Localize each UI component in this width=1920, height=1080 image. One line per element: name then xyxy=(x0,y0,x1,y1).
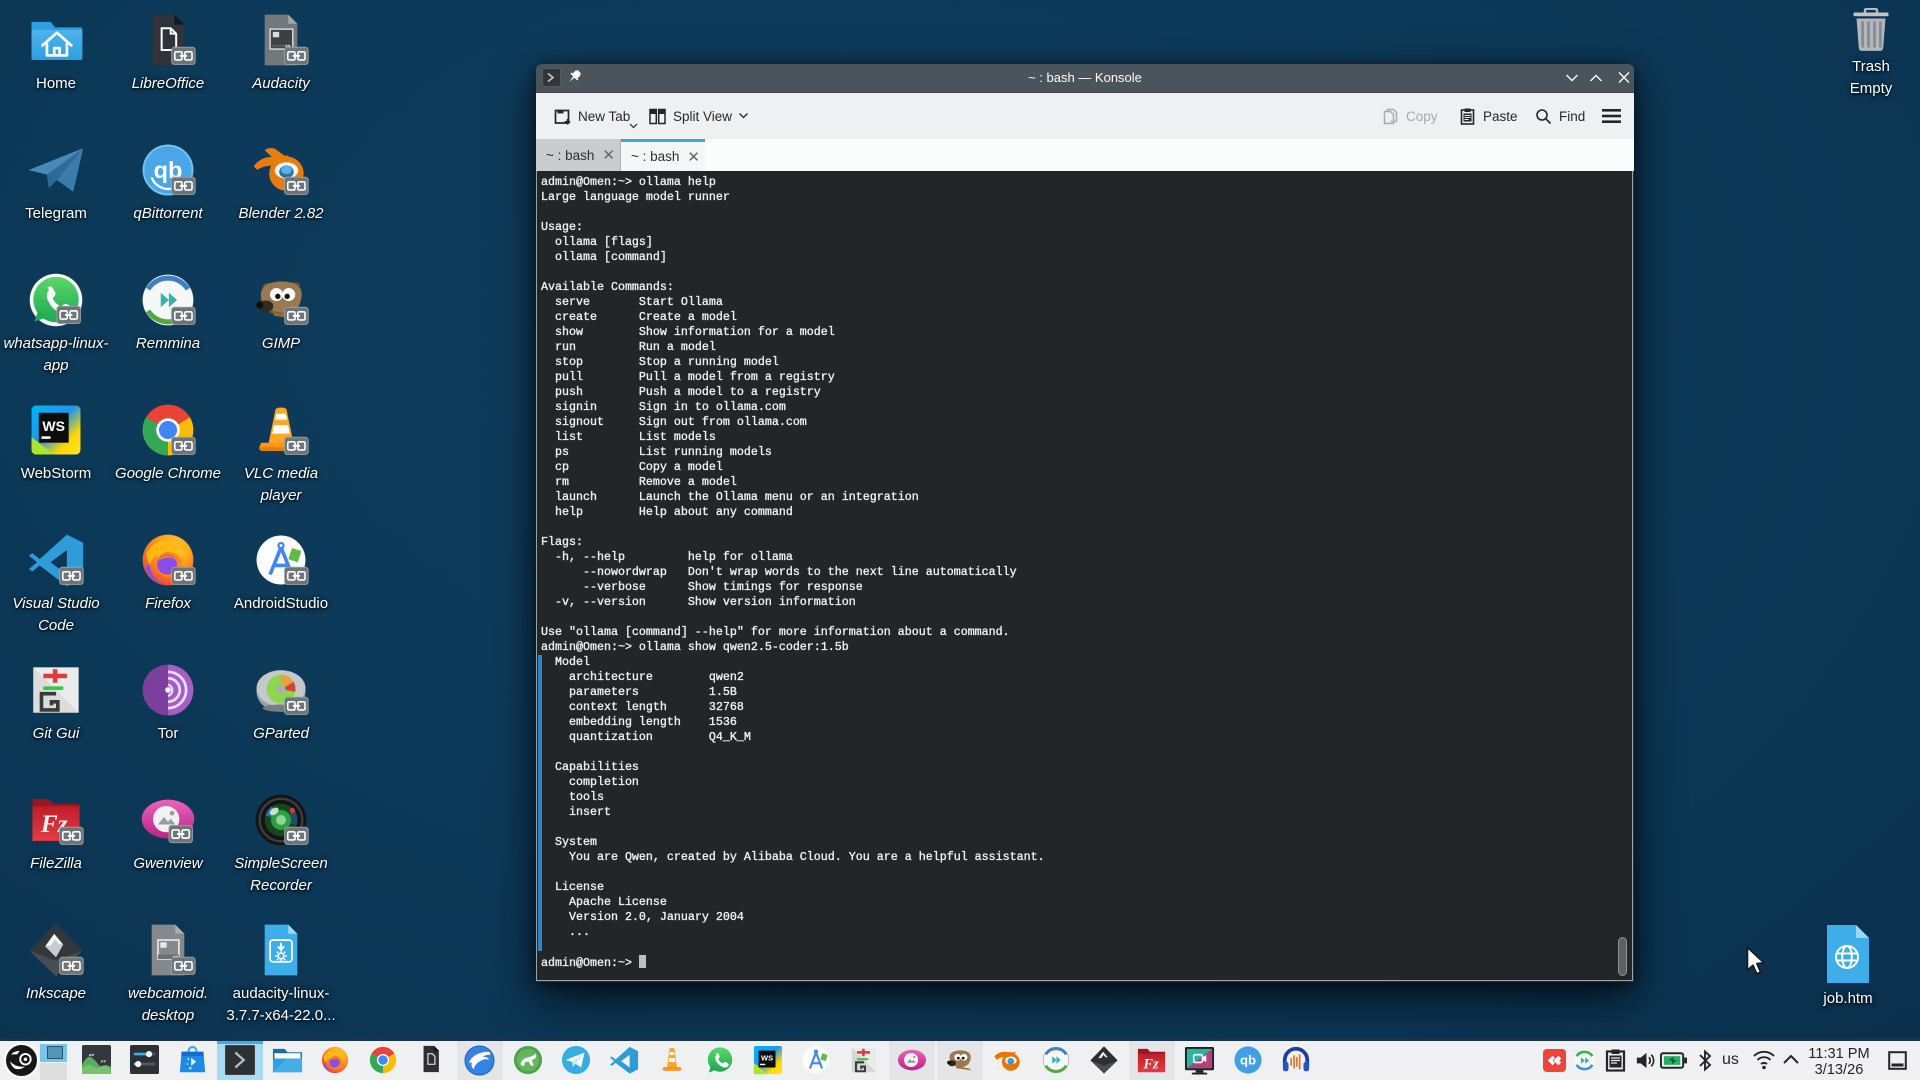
svg-text:Fz: Fz xyxy=(1142,1056,1159,1072)
svg-text:qb: qb xyxy=(1240,1053,1256,1068)
svg-text:WS: WS xyxy=(42,418,65,434)
svg-text:WS: WS xyxy=(761,1053,773,1062)
